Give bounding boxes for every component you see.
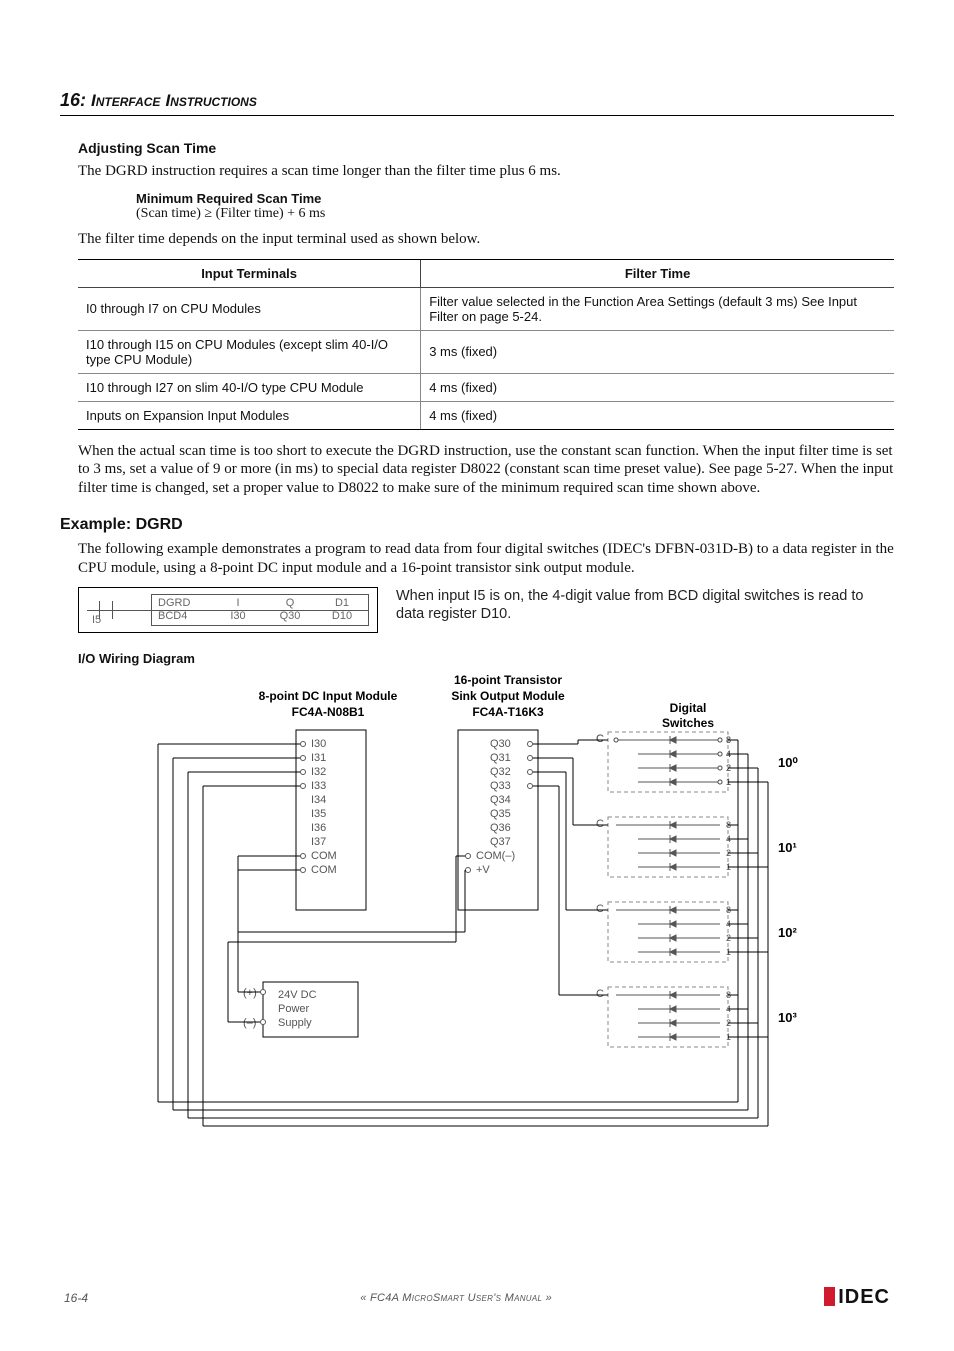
cell: 3 ms (fixed) [421,330,894,373]
exp-0: 10⁰ [778,755,798,770]
exp-1: 10¹ [778,840,797,855]
svg-text:Q36: Q36 [490,822,511,834]
ps-minus: (–) [243,1017,256,1029]
cell: Filter value selected in the Function Ar… [421,287,894,330]
ds-label-1: Digital [670,701,707,715]
svg-text:I32: I32 [311,766,326,778]
svg-text:I33: I33 [311,780,326,792]
adjusting-p2: The filter time depends on the input ter… [78,230,894,249]
example-heading: Example: DGRD [60,516,894,534]
adjusting-p1: The DGRD instruction requires a scan tim… [78,162,894,181]
svg-text:+V: +V [476,864,490,876]
ladder-desc: When input I5 is on, the 4-digit value f… [396,587,894,633]
page-number: 16-4 [64,1291,88,1305]
instr-sub: BCD4 [158,610,190,623]
svg-text:Q30: Q30 [490,738,511,750]
svg-text:Q34: Q34 [490,794,511,806]
input-mod-l2: FC4A-N08B1 [292,705,365,719]
ps-l2: Power [278,1003,310,1015]
chapter-word-a: Interface [91,91,160,110]
input-terminals: I30 I31 I32 I33 I34 I35 I36 I37 COM COM [301,738,337,876]
ps-l3: Supply [278,1017,312,1029]
ps-l1: 24V DC [278,989,317,1001]
logo-square-icon [824,1287,835,1306]
svg-text:I31: I31 [311,752,326,764]
svg-text:Q35: Q35 [490,808,511,820]
exp-3: 10³ [778,1010,797,1025]
th-filter-time: Filter Time [421,259,894,287]
ps-plus: (+) [243,987,257,999]
ladder-diagram: I5 DGRD BCD4 I I30 Q Q30 D1 D10 [78,587,378,633]
table-row: I10 through I27 on slim 40-I/O type CPU … [78,373,894,401]
page-footer: 16-4 « FC4A MicroSmart User's Manual » I… [64,1286,890,1309]
chapter-header: 16: Interface Instructions [60,90,894,116]
output-mod-l3: FC4A-T16K3 [472,705,544,719]
table-row: Inputs on Expansion Input Modules 4 ms (… [78,401,894,429]
cell: 4 ms (fixed) [421,401,894,429]
svg-text:I37: I37 [311,836,326,848]
digital-switches: C 8 4 2 1 [596,732,731,792]
adjusting-heading: Adjusting Scan Time [78,140,894,156]
col-d-val: D10 [332,610,352,623]
table-row: I10 through I15 on CPU Modules (except s… [78,330,894,373]
instr-name: DGRD [158,597,190,610]
chapter-word-b: Instructions [165,91,256,110]
col-q-val: Q30 [280,610,301,623]
ds-label-2: Switches [662,716,714,730]
output-mod-l2: Sink Output Module [451,689,565,703]
idec-logo: IDEC [824,1286,890,1309]
svg-text:C: C [596,903,604,915]
svg-text:Q33: Q33 [490,780,511,792]
svg-text:Q32: Q32 [490,766,511,778]
svg-text:I36: I36 [311,822,326,834]
cell: Inputs on Expansion Input Modules [78,401,421,429]
table-row: I0 through I7 on CPU Modules Filter valu… [78,287,894,330]
svg-text:I35: I35 [311,808,326,820]
svg-text:I30: I30 [311,738,326,750]
th-input-terminals: Input Terminals [78,259,421,287]
svg-text:COM: COM [311,864,337,876]
svg-text:C: C [596,818,604,830]
svg-text:COM(–): COM(–) [476,850,515,862]
cell: I10 through I27 on slim 40-I/O type CPU … [78,373,421,401]
output-mod-l1: 16-point Transistor [454,673,562,687]
io-wiring-diagram: 8-point DC Input Module FC4A-N08B1 16-po… [78,672,894,1172]
io-diagram-heading: I/O Wiring Diagram [78,651,894,666]
example-p: The following example demonstrates a pro… [78,540,894,578]
filter-table: Input Terminals Filter Time I0 through I… [78,259,894,430]
svg-text:COM: COM [311,850,337,862]
output-terminals: Q30 Q31 Q32 Q33 Q34 Q35 Q36 Q37 COM(–) +… [466,738,533,876]
svg-text:C: C [596,988,604,1000]
col-i-val: I30 [230,610,245,623]
cell: 4 ms (fixed) [421,373,894,401]
min-scan-heading: Minimum Required Scan Time [136,191,894,206]
svg-text:Q37: Q37 [490,836,511,848]
cell: I0 through I7 on CPU Modules [78,287,421,330]
col-d-head: D1 [332,597,352,610]
svg-text:Q31: Q31 [490,752,511,764]
manual-title: « FC4A MicroSmart User's Manual » [360,1292,552,1304]
svg-text:I34: I34 [311,794,326,806]
col-q-head: Q [280,597,301,610]
contact-label: I5 [92,614,101,626]
col-i-head: I [230,597,245,610]
exp-2: 10² [778,925,797,940]
cell: I10 through I15 on CPU Modules (except s… [78,330,421,373]
input-mod-l1: 8-point DC Input Module [259,689,398,703]
after-table-p: When the actual scan time is too short t… [78,442,894,498]
scan-formula: (Scan time) ≥ (Filter time) + 6 ms [136,206,894,222]
chapter-number: 16: [60,90,86,110]
